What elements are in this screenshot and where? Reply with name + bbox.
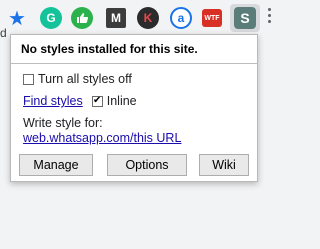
chrome-menu-icon[interactable]	[266, 8, 272, 23]
turn-all-off-row[interactable]: Turn all styles off	[23, 72, 132, 86]
options-button[interactable]: Options	[107, 154, 187, 176]
inline-checkbox[interactable]: ✔	[91, 95, 103, 107]
write-style-label: Write style for:	[23, 116, 103, 130]
find-styles-link[interactable]: Find styles	[23, 94, 83, 108]
stylish-popup: No styles installed for this site. Turn …	[10, 34, 258, 182]
grammarly-icon[interactable]: G	[40, 7, 62, 29]
write-style-url-link[interactable]: web.whatsapp.com/this URL	[23, 131, 181, 145]
wiki-button[interactable]: Wiki	[199, 154, 249, 176]
a-extension-icon[interactable]: a	[170, 7, 192, 29]
turn-all-off-label[interactable]: Turn all styles off	[38, 72, 132, 86]
manage-button[interactable]: Manage	[19, 154, 93, 176]
k-extension-icon[interactable]: K	[137, 7, 159, 29]
browser-toolbar: ★ d G M K a WTF S	[0, 0, 276, 40]
m-extension-icon[interactable]: M	[106, 8, 126, 28]
inline-label[interactable]: Inline	[107, 94, 137, 108]
find-styles-row: Find styles ✔ Inline	[23, 94, 137, 108]
turn-all-off-checkbox[interactable]	[23, 73, 34, 85]
popup-header: No styles installed for this site.	[11, 35, 257, 64]
thumbs-up-glyph	[77, 13, 89, 23]
thumbs-up-icon[interactable]	[71, 7, 93, 29]
wtf-extension-icon[interactable]: WTF	[202, 9, 222, 27]
bookmark-star-icon[interactable]: ★	[6, 7, 28, 30]
address-bar-fragment[interactable]: d	[0, 26, 7, 40]
stylish-s-icon: S	[234, 7, 256, 29]
stylish-extension-button[interactable]: S	[230, 4, 260, 32]
